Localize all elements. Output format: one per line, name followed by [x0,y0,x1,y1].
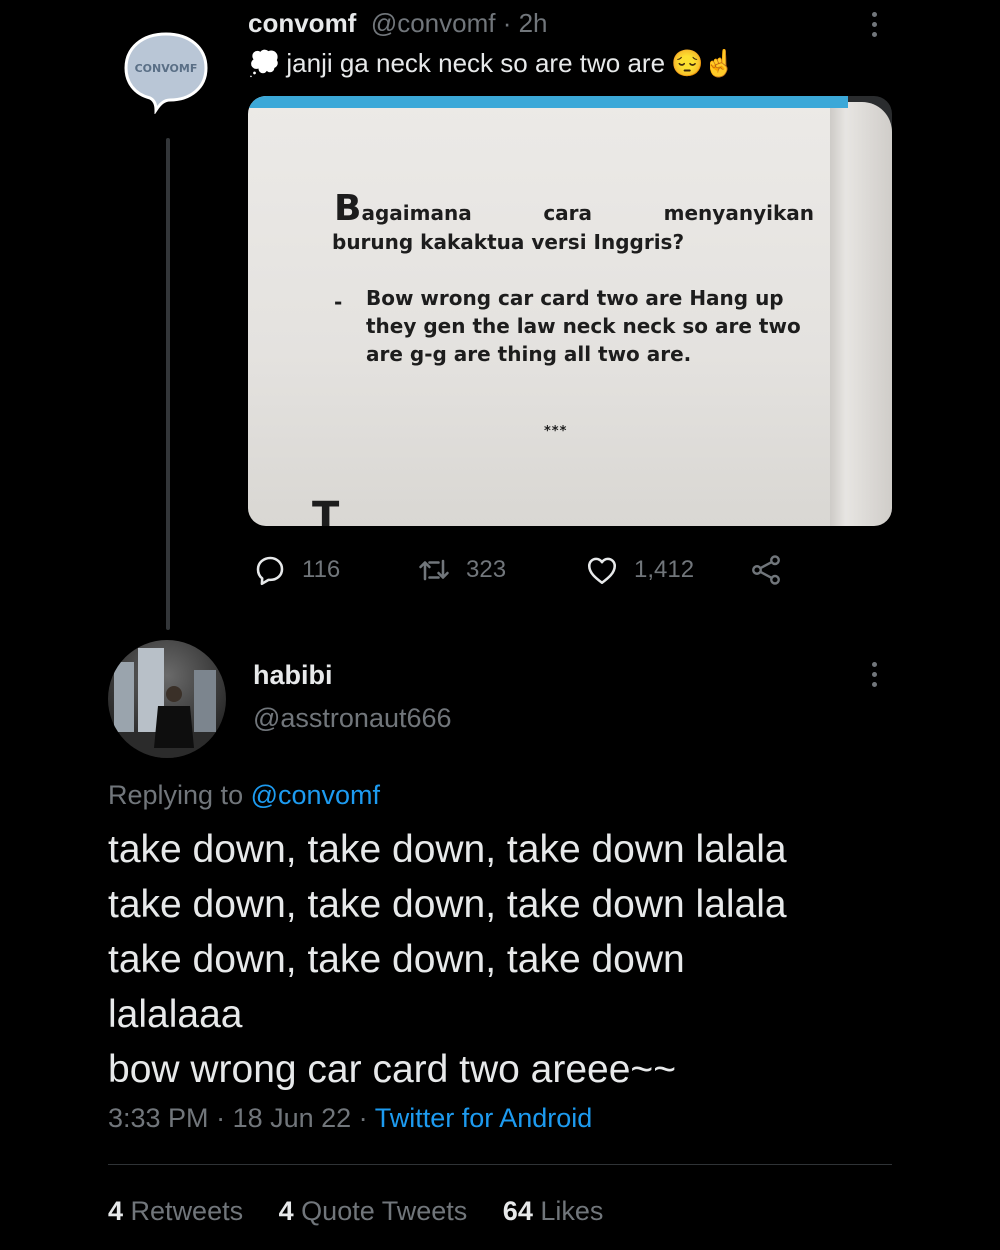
like-count: 1,412 [634,556,695,583]
speech-bubble-logo: CONVOMF [124,32,208,115]
retweets-stat[interactable]: 4 Retweets [108,1196,243,1226]
tweet-photo[interactable]: Bagaimana cara menyanyikan burung kakakt… [248,96,892,526]
retweet-icon [419,559,449,581]
avatar[interactable] [108,640,226,758]
quote-tweets-stat[interactable]: 4 Quote Tweets [279,1196,468,1226]
timestamp[interactable]: 2h [519,8,548,38]
display-name[interactable]: convomf [248,8,356,38]
thought-bubble-emoji: 💭 [248,48,281,78]
likes-label: Likes [540,1196,604,1226]
more-options-icon[interactable] [870,12,878,37]
tweet-date[interactable]: 18 Jun 22 [233,1103,352,1133]
handle[interactable]: @asstronaut666 [253,703,452,734]
handle[interactable]: @convomf [364,8,496,38]
tweet-stats: 4 Retweets 4 Quote Tweets 64 Likes [108,1196,631,1227]
divider [108,1164,892,1165]
replying-to: Replying to @convomf [108,780,380,811]
book-page-edge [826,102,892,526]
retweet-button[interactable]: 323 [416,552,506,588]
likes-stat[interactable]: 64 Likes [503,1196,604,1226]
reply-icon [256,556,284,586]
share-button[interactable] [748,552,784,588]
avatar[interactable]: CONVOMF [120,28,212,115]
book-question-line-1: Bagaimana cara menyanyikan [334,188,814,229]
book-answer-dash: - [334,290,343,314]
tweet-text: take down, take down, take down lalala t… [108,822,898,1097]
book-word-cara: cara [543,201,593,225]
replying-handle-link[interactable]: @convomf [251,780,380,810]
tweet-line: lalalaaa [108,993,243,1036]
thread-connector-line [166,138,170,630]
tweet-line: take down, take down, take down [108,938,685,981]
avatar-logo-text: CONVOMF [135,62,198,75]
retweets-count: 4 [108,1196,124,1226]
tweet-time[interactable]: 3:33 PM [108,1103,209,1133]
book-section-stars: *** [544,424,568,439]
book-next-heading-letter: T [312,494,340,526]
more-options-icon[interactable] [870,662,878,687]
quote-tweets-count: 4 [278,1196,294,1226]
book-page-top-border [248,96,848,108]
book-word-menyanyikan: menyanyikan [663,201,814,225]
retweet-count: 323 [466,556,507,583]
reply-button[interactable]: 116 [252,552,340,588]
avatar-photo [108,640,226,758]
like-button[interactable]: 1,412 [584,552,694,588]
reply-count: 116 [302,556,341,583]
replying-prefix: Replying to [108,780,251,810]
tweet-line: take down, take down, take down lalala [108,883,787,926]
share-icon [752,555,780,585]
tweet-line: bow wrong car card two areee~~ [108,1048,676,1091]
book-drop-cap: B [334,188,362,229]
pensive-pointing-emoji: 😔☝️ [671,48,736,78]
tweet-action-bar: 116 323 1,412 [252,552,812,588]
tweet-header: convomf @convomf · 2h [248,8,548,39]
heart-icon [587,557,617,585]
tweet-text: 💭 janji ga neck neck so are two are 😔☝️ [248,48,736,79]
tweet-source-link[interactable]: Twitter for Android [375,1103,593,1133]
tweet-text-body: janji ga neck neck so are two are [286,48,666,78]
book-answer: Bow wrong car card two are Hang up they … [366,286,801,366]
display-name[interactable]: habibi [253,660,333,691]
separator: · [495,8,519,38]
tweet-metadata: 3:33 PM · 18 Jun 22 · Twitter for Androi… [108,1103,593,1133]
book-word-bagaimana: agaimana [361,201,472,225]
book-question-line-2: burung kakaktua versi Inggris? [332,230,685,254]
quote-tweets-label: Quote Tweets [301,1196,468,1226]
retweets-label: Retweets [130,1196,244,1226]
likes-total: 64 [502,1196,533,1226]
tweet-line: take down, take down, take down lalala [108,828,787,871]
